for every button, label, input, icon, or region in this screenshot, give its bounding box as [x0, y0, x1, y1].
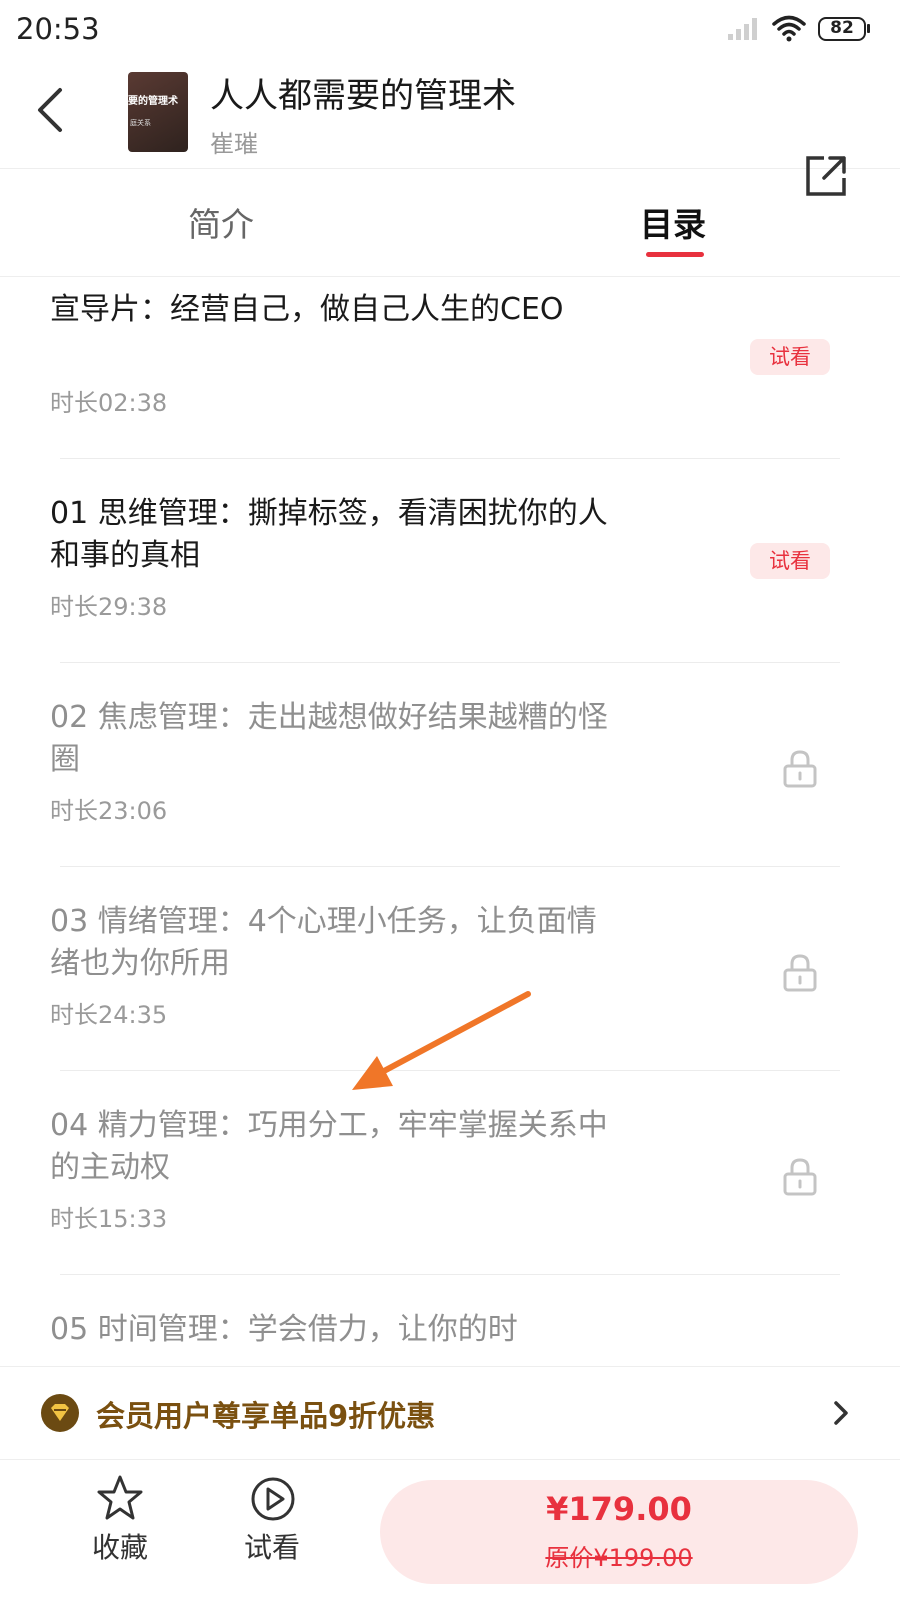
original-price: 原价¥199.00 [545, 1544, 693, 1572]
page-title: 人人都需要的管理术 [210, 76, 516, 116]
chapter-item[interactable]: 05 时间管理：学会借力，让你的时 [0, 1297, 900, 1365]
chevron-right-icon [834, 1401, 848, 1425]
chapter-duration: 时长15:33 [50, 1205, 168, 1233]
active-tab-indicator [646, 252, 704, 257]
promo-text: 会员用户尊享单品9折优惠 [96, 1399, 436, 1433]
preview-badge[interactable]: 试看 [750, 339, 830, 375]
wifi-icon [772, 15, 806, 42]
chapter-title: 05 时间管理：学会借力，让你的时 [50, 1312, 518, 1347]
bottom-bar: 收藏 试看 ¥179.00 原价¥199.00 [0, 1459, 900, 1601]
chapter-duration: 时长02:38 [50, 389, 168, 417]
price: ¥179.00 [546, 1490, 692, 1528]
lock-icon [783, 1158, 817, 1196]
tab-intro[interactable]: 简介 [188, 198, 254, 246]
status-time: 20:53 [16, 12, 100, 46]
back-icon[interactable] [28, 86, 76, 134]
lock-icon [783, 954, 817, 992]
chapter-title: 01 思维管理：撕掉标签，看清困扰你的人和事的真相 [50, 496, 608, 573]
chapter-title: 宣导片：经营自己，做自己人生的CEO [50, 292, 564, 327]
divider [60, 866, 840, 867]
author-name[interactable]: 崔璀 [210, 124, 258, 159]
signal-icon [728, 18, 757, 40]
battery-indicator: 82 [818, 17, 870, 41]
chapter-item[interactable]: 02 焦虑管理：走出越想做好结果越糟的怪圈 时长23:06 [0, 685, 900, 893]
chapter-item[interactable]: 01 思维管理：撕掉标签，看清困扰你的人和事的真相 时长29:38 试看 [0, 481, 900, 689]
member-promo-banner[interactable]: 会员用户尊享单品9折优惠 [0, 1366, 900, 1459]
preview-badge[interactable]: 试看 [750, 543, 830, 579]
divider [60, 1070, 840, 1071]
chapter-item[interactable]: 03 情绪管理：4个心理小任务，让负面情绪也为你所用 时长24:35 [0, 889, 900, 1097]
vip-diamond-icon [41, 1394, 79, 1432]
chapter-duration: 时长23:06 [50, 797, 168, 825]
play-circle-icon [251, 1477, 295, 1521]
chapter-list[interactable]: 宣导片：经营自己，做自己人生的CEO 时长02:38 试看 01 思维管理：撕掉… [0, 277, 900, 1365]
book-cover[interactable]: 要的管理术 庭关系 [128, 72, 188, 152]
chapter-title: 03 情绪管理：4个心理小任务，让负面情绪也为你所用 [50, 904, 597, 981]
divider [60, 458, 840, 459]
star-icon [97, 1475, 143, 1520]
tab-toc[interactable]: 目录 [640, 198, 706, 246]
divider [60, 662, 840, 663]
preview-label: 试看 [243, 1531, 300, 1564]
buy-button[interactable]: ¥179.00 原价¥199.00 [380, 1480, 858, 1584]
status-bar: 20:53 82 [0, 0, 900, 64]
chapter-item[interactable]: 宣导片：经营自己，做自己人生的CEO 时长02:38 试看 [0, 277, 900, 485]
chapter-title: 02 焦虑管理：走出越想做好结果越糟的怪圈 [50, 700, 608, 777]
chapter-duration: 时长29:38 [50, 593, 168, 621]
chapter-title: 04 精力管理：巧用分工，牢牢掌握关系中的主动权 [50, 1108, 608, 1185]
tab-bar: 简介 目录 [0, 168, 900, 277]
favorite-label: 收藏 [91, 1531, 148, 1564]
cover-subtitle: 庭关系 [130, 119, 151, 127]
preview-button[interactable]: 试看 [228, 1474, 316, 1574]
chapter-duration: 时长24:35 [50, 1001, 168, 1029]
cover-title: 要的管理术 [128, 96, 178, 107]
chapter-item[interactable]: 04 精力管理：巧用分工，牢牢掌握关系中的主动权 时长15:33 [0, 1093, 900, 1301]
divider [60, 1274, 840, 1275]
favorite-button[interactable]: 收藏 [76, 1474, 164, 1574]
lock-icon [783, 750, 817, 788]
